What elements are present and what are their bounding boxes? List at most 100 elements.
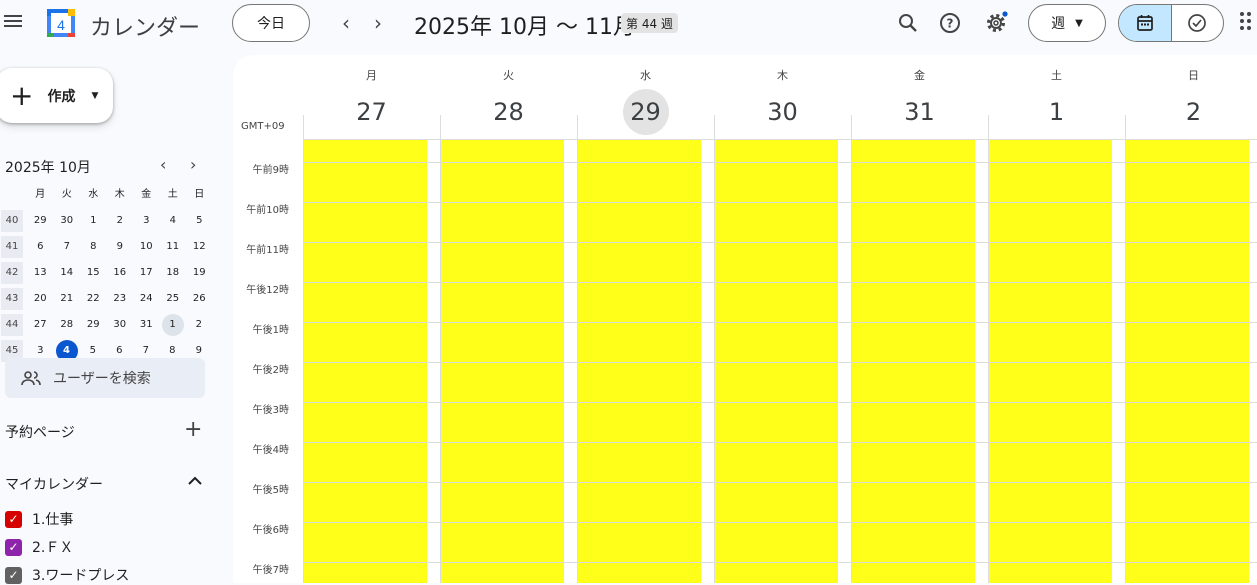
hour-gridline [303, 322, 1257, 323]
checkbox-checked-icon[interactable]: ✓ [5, 566, 22, 584]
view-select[interactable]: 週 ▼ [1028, 4, 1106, 42]
hour-label: 午後6時 [252, 525, 289, 536]
day-number[interactable]: 31 [897, 89, 943, 135]
day-header[interactable]: 水 29 [577, 55, 714, 135]
mini-day[interactable]: 22 [80, 288, 107, 310]
mini-day[interactable]: 4 [160, 210, 187, 232]
mini-day[interactable]: 1 [161, 314, 184, 336]
mini-day[interactable]: 11 [160, 236, 187, 258]
mini-day[interactable]: 21 [54, 288, 81, 310]
next-week-button[interactable]: › [366, 11, 390, 35]
mini-day[interactable]: 7 [54, 236, 81, 258]
help-icon[interactable]: ? [937, 10, 963, 36]
create-button[interactable]: + 作成 ▼ [0, 68, 113, 123]
day-header[interactable]: 月 27 [303, 55, 440, 135]
hour-gridline [303, 282, 1257, 283]
mini-next-month-icon[interactable]: › [190, 155, 196, 174]
mini-day[interactable]: 30 [54, 210, 81, 232]
search-users-label: ユーザーを検索 [53, 371, 151, 387]
mini-day[interactable]: 14 [54, 262, 81, 284]
mini-calendar-title: 2025年 10月 [5, 160, 91, 176]
tasks-view-icon[interactable] [1172, 5, 1224, 41]
mini-day[interactable]: 17 [133, 262, 160, 284]
mini-day[interactable]: 25 [160, 288, 187, 310]
day-header[interactable]: 木 30 [714, 55, 851, 135]
search-icon[interactable] [895, 10, 921, 36]
mini-day[interactable]: 19 [186, 262, 213, 284]
calendar-item-fx[interactable]: ✓ 2.ＦＸ [5, 537, 73, 557]
hour-gridline [303, 362, 1257, 363]
mini-day[interactable]: 29 [80, 314, 107, 336]
hour-label: 午前10時 [246, 205, 289, 216]
mini-day[interactable]: 27 [27, 314, 54, 336]
day-number[interactable]: 27 [349, 89, 395, 135]
hour-gridline [303, 202, 1257, 203]
mini-day[interactable]: 9 [107, 236, 134, 258]
mini-day[interactable]: 5 [186, 210, 213, 232]
mini-day[interactable]: 10 [133, 236, 160, 258]
apps-icon[interactable] [1240, 12, 1257, 32]
hour-label: 午前9時 [252, 165, 289, 176]
calendar-logo-icon[interactable]: 4 [45, 7, 77, 39]
mini-day[interactable]: 24 [133, 288, 160, 310]
hour-label: 午後7時 [252, 565, 289, 576]
search-users-field[interactable]: ユーザーを検索 [5, 358, 205, 398]
day-header[interactable]: 金 31 [851, 55, 988, 135]
day-number[interactable]: 29 [622, 89, 669, 135]
add-booking-page-icon[interactable]: + [184, 417, 202, 442]
prev-week-button[interactable]: ‹ [334, 11, 358, 35]
day-header[interactable]: 日2 [1125, 55, 1257, 135]
day-header[interactable]: 土1 [988, 55, 1125, 135]
mini-calendar: 月 火 水 木 金 土 日 40 29 30 1 2 3 4 5 41 6 7 8 9 10 11 12 42 1… [1, 182, 213, 364]
mini-day[interactable]: 13 [27, 262, 54, 284]
mini-day[interactable]: 26 [186, 288, 213, 310]
mini-week-number[interactable]: 42 [1, 262, 23, 284]
mini-day[interactable]: 30 [107, 314, 134, 336]
mini-week-row: 42 13 14 15 16 17 18 19 [1, 260, 213, 286]
mini-day[interactable]: 2 [107, 210, 134, 232]
mini-day[interactable]: 20 [27, 288, 54, 310]
calendar-item-label: 1.仕事 [32, 512, 74, 528]
checkbox-checked-icon[interactable]: ✓ [5, 510, 22, 528]
mini-day[interactable]: 23 [107, 288, 134, 310]
mini-prev-month-icon[interactable]: ‹ [160, 155, 166, 174]
mini-day[interactable]: 28 [54, 314, 81, 336]
checkbox-checked-icon[interactable]: ✓ [5, 538, 22, 556]
calendar-item-work[interactable]: ✓ 1.仕事 [5, 509, 73, 529]
mini-day[interactable]: 29 [27, 210, 54, 232]
mini-day[interactable]: 18 [160, 262, 187, 284]
booking-pages-title[interactable]: 予約ページ [5, 422, 75, 442]
calendar-view-icon[interactable] [1119, 5, 1172, 41]
mini-week-number[interactable]: 44 [1, 314, 23, 336]
mini-day[interactable]: 3 [133, 210, 160, 232]
mini-week-number[interactable]: 41 [1, 236, 23, 258]
create-label: 作成 [47, 88, 76, 105]
day-number[interactable]: 1 [1034, 89, 1080, 135]
today-button[interactable]: 今日 [232, 4, 310, 42]
hour-gridline [303, 402, 1257, 403]
hour-label: 午後1時 [252, 325, 289, 336]
mini-day[interactable]: 12 [186, 236, 213, 258]
mini-day[interactable]: 31 [133, 314, 160, 336]
mini-day[interactable]: 16 [107, 262, 134, 284]
mini-weekday: 火 [61, 189, 72, 200]
day-name: 水 [640, 69, 651, 82]
my-calendars-title[interactable]: マイカレンダー [5, 474, 103, 494]
settings-icon[interactable] [983, 10, 1009, 36]
menu-icon[interactable] [4, 12, 24, 32]
mini-day[interactable]: 6 [27, 236, 54, 258]
mini-week-number[interactable]: 43 [1, 288, 23, 310]
view-toggle[interactable] [1118, 4, 1224, 42]
chevron-up-icon[interactable] [187, 472, 203, 491]
mini-day[interactable]: 2 [186, 314, 213, 336]
mini-week-number[interactable]: 40 [1, 210, 23, 232]
mini-day[interactable]: 8 [80, 236, 107, 258]
day-header[interactable]: 火 28 [440, 55, 577, 135]
mini-day[interactable]: 15 [80, 262, 107, 284]
mini-day[interactable]: 1 [80, 210, 107, 232]
day-number[interactable]: 2 [1171, 89, 1217, 135]
calendar-item-wordpress[interactable]: ✓ 3.ワードプレス [5, 565, 129, 585]
day-name: 木 [777, 69, 788, 82]
day-number[interactable]: 30 [760, 89, 806, 135]
day-number[interactable]: 28 [486, 89, 532, 135]
